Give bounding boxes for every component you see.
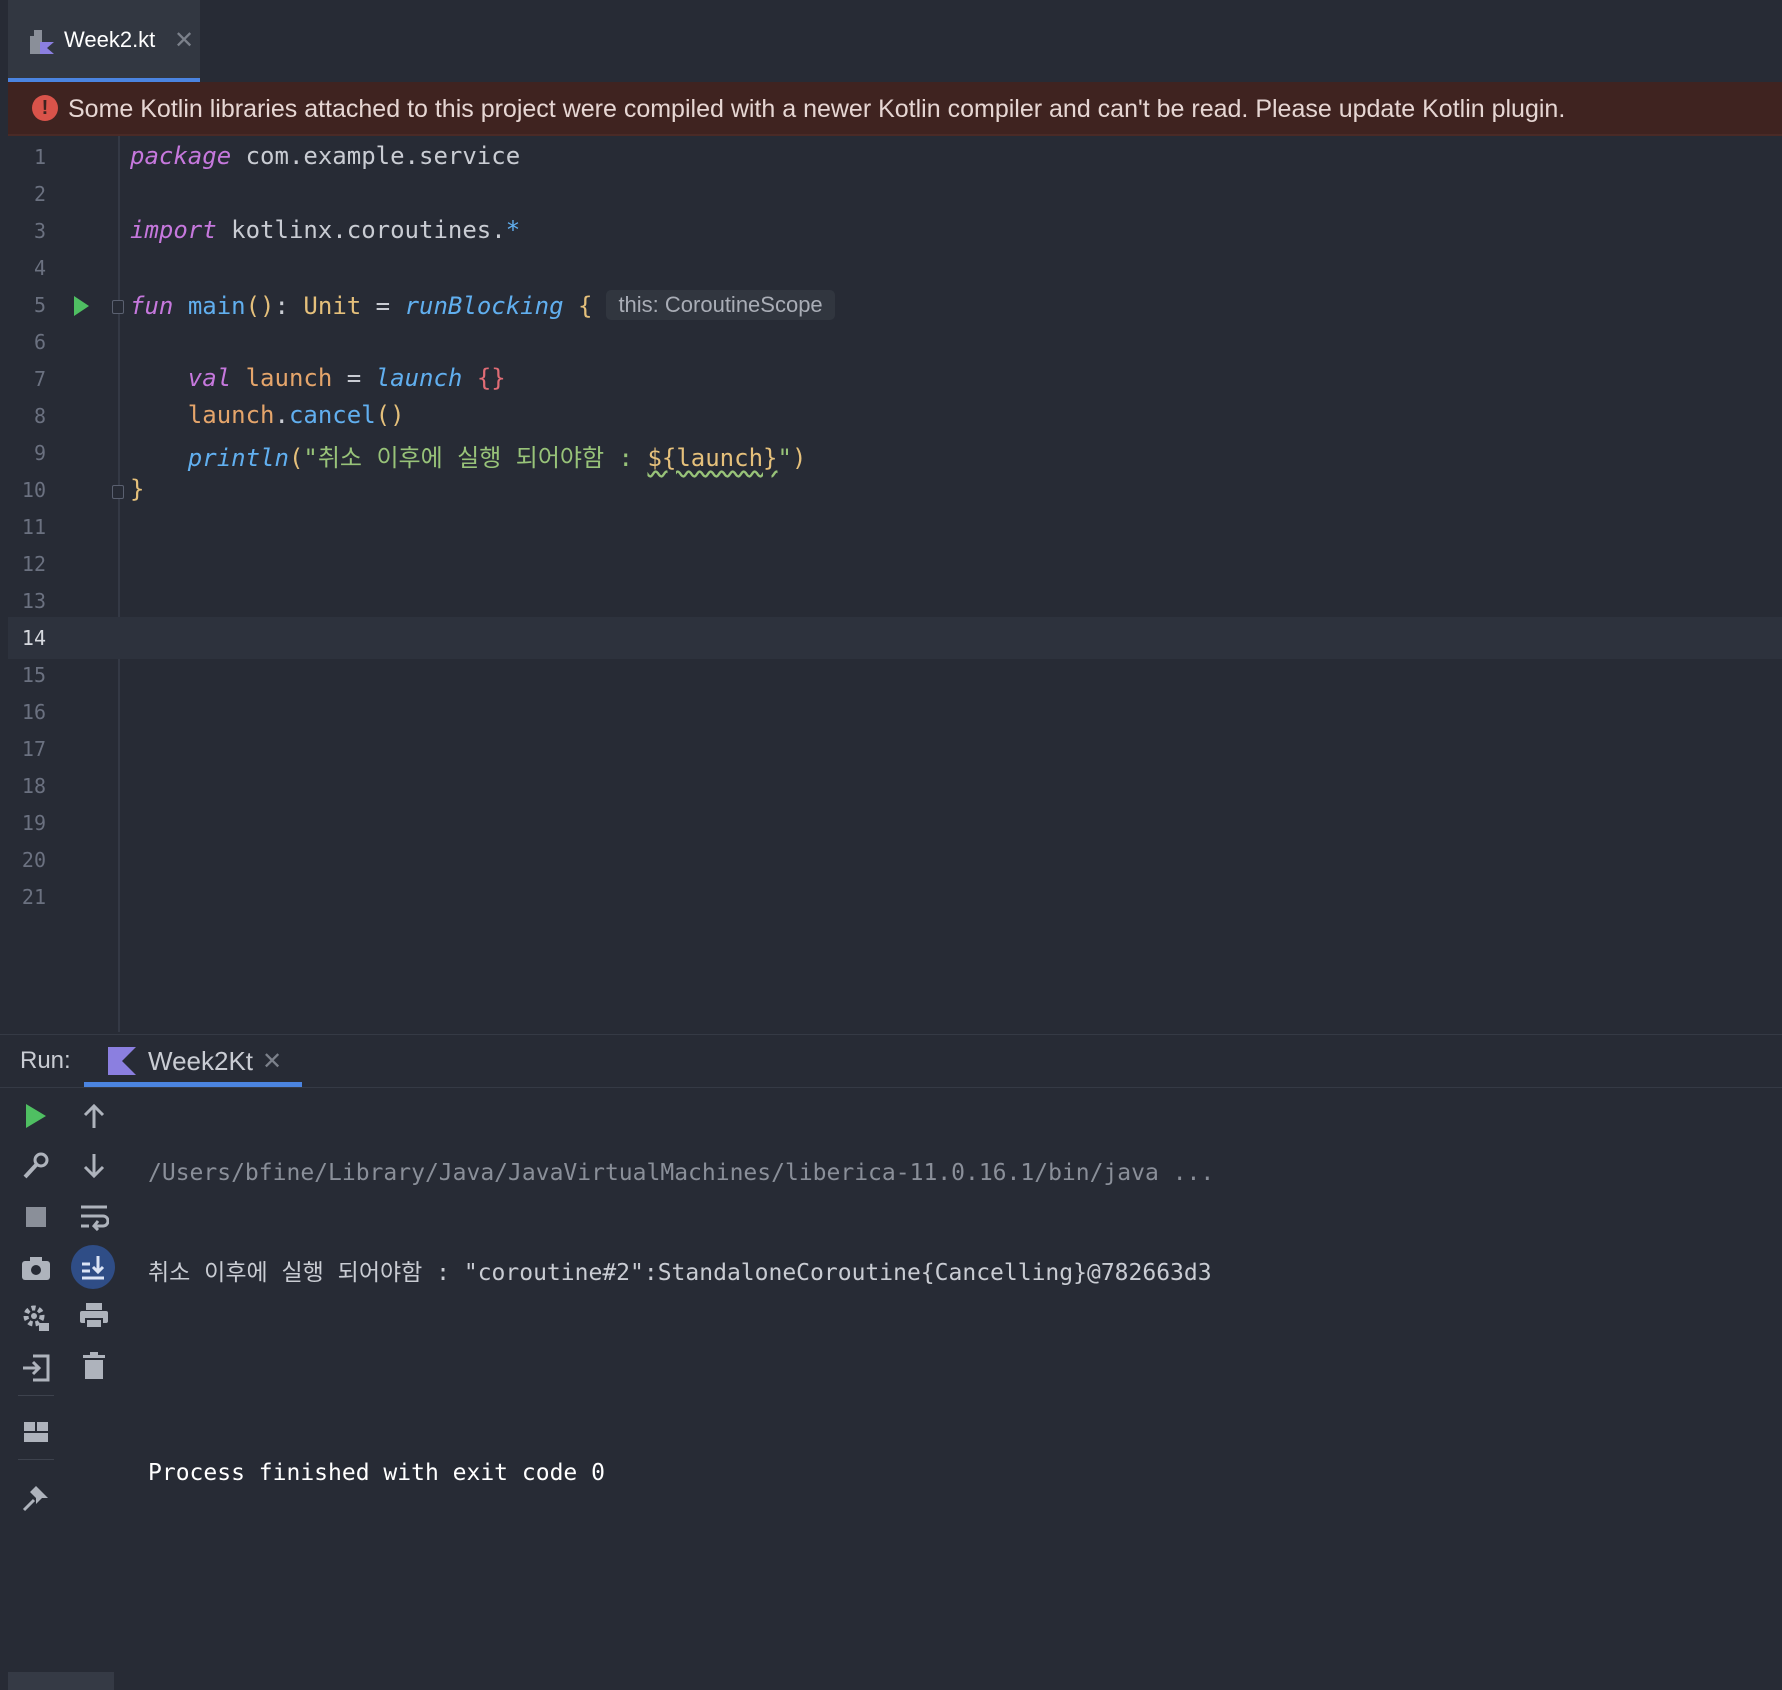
print-icon[interactable] — [77, 1299, 111, 1333]
code-line[interactable]: 13 — [8, 580, 1782, 622]
code-line[interactable]: 9 println("취소 이후에 실행 되어야함 : ${launch}") — [8, 432, 1782, 474]
code-line[interactable]: 5 fun main(): Unit = runBlocking {this: … — [8, 284, 1782, 326]
stop-icon[interactable] — [19, 1200, 53, 1234]
line-number: 9 — [33, 441, 46, 465]
tab-label: Week2.kt — [64, 27, 156, 52]
line-number: 1 — [33, 145, 46, 169]
code-line[interactable]: 11 — [8, 506, 1782, 548]
code-line[interactable]: 7 val launch = launch {} — [8, 358, 1782, 400]
code-line[interactable]: 18 — [8, 765, 1782, 807]
line-number: 13 — [21, 589, 46, 613]
line-number: 16 — [21, 700, 46, 724]
toolbar-separator — [18, 1395, 54, 1396]
line-number: 11 — [21, 515, 46, 539]
code-line[interactable]: 2 — [8, 173, 1782, 215]
code-line[interactable]: 3 import kotlinx.coroutines.* — [8, 210, 1782, 252]
run-label: Run: — [20, 1047, 71, 1074]
close-run-tab-icon[interactable]: ✕ — [262, 1047, 282, 1076]
line-number: 4 — [33, 256, 46, 280]
console-output[interactable]: /Users/bfine/Library/Java/JavaVirtualMac… — [148, 1097, 1214, 1549]
arrow-down-icon[interactable] — [77, 1149, 111, 1183]
arrow-up-icon[interactable] — [77, 1099, 111, 1133]
line-number: 6 — [33, 330, 46, 354]
console-empty-line — [148, 1349, 1214, 1397]
kotlin-icon — [108, 1047, 136, 1075]
line-number: 10 — [21, 478, 46, 502]
code-line[interactable]: 8 launch.cancel() — [8, 395, 1782, 437]
console-output-line: 취소 이후에 실행 되어야함 : "coroutine#2":Standalon… — [148, 1260, 1212, 1286]
line-number: 19 — [21, 811, 46, 835]
line-number: 3 — [33, 219, 46, 243]
error-icon: ! — [32, 95, 58, 121]
code-line[interactable]: 17 — [8, 728, 1782, 770]
code-editor[interactable]: 1 package com.example.service 2 3 import… — [8, 136, 1782, 1032]
code-text: package com.example.service — [130, 142, 521, 170]
code-text: println("취소 이후에 실행 되어야함 : ${launch}") — [187, 444, 807, 472]
wrench-icon[interactable] — [19, 1149, 53, 1183]
line-number: 18 — [21, 774, 46, 798]
code-line[interactable]: 21 — [8, 876, 1782, 918]
run-gutter-icon[interactable] — [74, 296, 89, 316]
line-number: 20 — [21, 848, 46, 872]
close-tab-icon[interactable]: ✕ — [174, 26, 194, 55]
line-number: 21 — [21, 885, 46, 909]
layout-icon[interactable] — [19, 1415, 53, 1449]
code-line[interactable]: 20 — [8, 839, 1782, 881]
scroll-to-end-icon[interactable] — [71, 1245, 115, 1289]
line-number: 5 — [33, 293, 46, 317]
camera-icon[interactable] — [19, 1251, 53, 1285]
run-tool-button[interactable] — [8, 1672, 114, 1690]
banner-message: Some Kotlin libraries attached to this p… — [68, 95, 1566, 123]
run-header: Run: Week2Kt ✕ — [0, 1035, 1782, 1088]
sign-in-icon[interactable] — [19, 1351, 53, 1385]
fold-icon[interactable] — [112, 485, 124, 499]
code-line[interactable]: 19 — [8, 802, 1782, 844]
code-text: fun main(): Unit = runBlocking {this: Co… — [130, 290, 835, 320]
kotlin-error-banner: ! Some Kotlin libraries attached to this… — [8, 82, 1782, 136]
code-line[interactable]: 4 — [8, 247, 1782, 289]
line-number: 17 — [21, 737, 46, 761]
line-number: 7 — [33, 367, 46, 391]
bottom-tool-strip — [0, 1672, 1782, 1690]
inlay-hint: this: CoroutineScope — [606, 290, 835, 320]
code-line[interactable]: 16 — [8, 691, 1782, 733]
line-number: 8 — [33, 404, 46, 428]
code-line[interactable]: 12 — [8, 543, 1782, 585]
code-line[interactable]: 15 — [8, 654, 1782, 696]
run-tab-week2kt[interactable]: Week2Kt ✕ — [84, 1035, 302, 1087]
code-line[interactable]: 6 — [8, 321, 1782, 363]
line-number: 14 — [21, 626, 46, 650]
kotlin-file-icon — [30, 30, 54, 54]
settings-gear-icon[interactable] — [19, 1301, 53, 1335]
line-number: 15 — [21, 663, 46, 687]
rerun-icon[interactable] — [19, 1099, 53, 1133]
code-text: } — [130, 475, 145, 503]
code-text: val launch = launch {} — [187, 364, 506, 392]
code-text: launch.cancel() — [187, 401, 405, 429]
console-exit-line: Process finished with exit code 0 — [148, 1460, 605, 1486]
soft-wrap-icon[interactable] — [77, 1200, 111, 1234]
run-tab-label: Week2Kt — [148, 1046, 254, 1076]
line-number: 12 — [21, 552, 46, 576]
pin-icon[interactable] — [19, 1481, 53, 1515]
trash-icon[interactable] — [77, 1349, 111, 1383]
line-number: 2 — [33, 182, 46, 206]
editor-tab-bar: Week2.kt ✕ — [0, 0, 1782, 82]
code-line[interactable]: 1 package com.example.service — [8, 136, 1782, 178]
code-line[interactable]: 10 } — [8, 469, 1782, 511]
code-text: import kotlinx.coroutines.* — [130, 216, 521, 244]
fold-icon[interactable] — [112, 300, 124, 314]
run-tool-window: Run: Week2Kt ✕ /Users/bfine/Library/Java… — [0, 1034, 1782, 1675]
current-code-line[interactable]: 14 — [8, 617, 1782, 659]
console-command-line[interactable]: /Users/bfine/Library/Java/JavaVirtualMac… — [148, 1149, 1214, 1197]
toolbar-separator — [18, 1459, 54, 1460]
tab-week2-kt[interactable]: Week2.kt ✕ — [8, 0, 200, 82]
